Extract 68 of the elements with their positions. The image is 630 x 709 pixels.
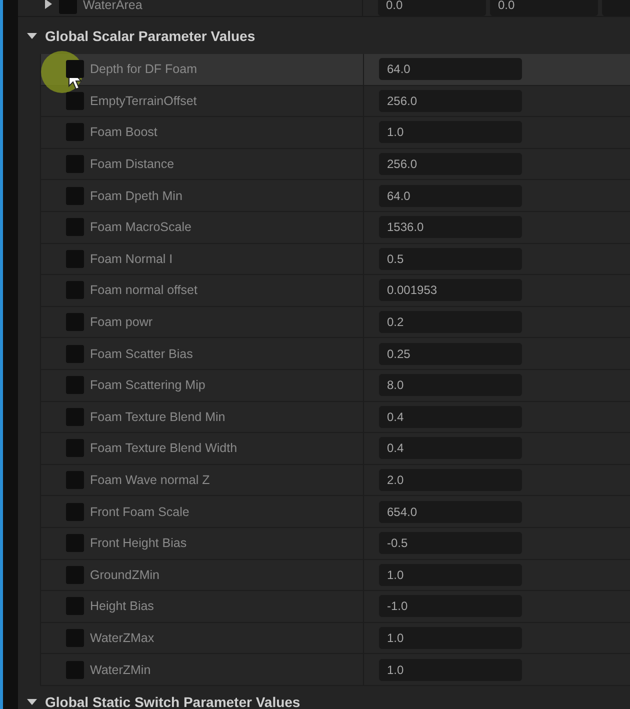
parameter-label: Foam MacroScale <box>90 220 192 234</box>
parameter-label: Foam Scattering Mip <box>90 378 206 392</box>
value-field[interactable]: 0.0 <box>490 0 598 16</box>
parameter-label: WaterArea <box>83 0 142 12</box>
checkbox[interactable] <box>66 439 84 458</box>
value-field[interactable]: 1.0 <box>379 121 522 144</box>
value-field[interactable]: 64.0 <box>379 58 522 80</box>
parameter-label: WaterZMax <box>90 630 154 645</box>
checkbox[interactable] <box>66 534 84 552</box>
parameter-label: Depth for DF Foam <box>90 62 197 76</box>
value-field[interactable]: 0.25 <box>379 342 522 365</box>
value-field[interactable]: 1.0 <box>379 658 522 681</box>
checkbox[interactable] <box>66 628 84 647</box>
value-field[interactable]: -0.5 <box>379 532 522 554</box>
value-field[interactable]: 256.0 <box>379 153 522 176</box>
checkbox[interactable] <box>66 313 84 332</box>
collapse-arrow-icon[interactable] <box>27 698 37 706</box>
checkbox[interactable] <box>66 218 84 236</box>
checkbox[interactable] <box>66 60 84 78</box>
parameter-label: Foam normal offset <box>90 283 198 298</box>
checkbox[interactable] <box>66 155 84 174</box>
checkbox[interactable] <box>66 376 84 394</box>
value-field[interactable]: 2.0 <box>379 469 522 492</box>
checkbox[interactable] <box>66 281 84 300</box>
parameter-label: Front Foam Scale <box>90 504 190 519</box>
value-field[interactable]: 0.5 <box>379 248 522 270</box>
section-title[interactable]: Global Static Switch Parameter Values <box>45 694 300 709</box>
parameter-label: WaterZMin <box>90 662 151 677</box>
value-field[interactable]: 1536.0 <box>379 216 522 238</box>
value-field[interactable]: -1.0 <box>379 595 522 618</box>
value-field[interactable]: 0.001953 <box>379 279 522 302</box>
checkbox[interactable] <box>66 660 84 679</box>
value-field[interactable]: 64.0 <box>379 184 522 207</box>
value-field[interactable]: 0.4 <box>379 437 522 460</box>
collapse-arrow-icon[interactable] <box>27 32 37 40</box>
parameter-label: Foam Normal I <box>90 252 173 266</box>
value-field[interactable]: 0.2 <box>379 311 522 334</box>
checkbox[interactable] <box>66 250 84 268</box>
checkbox[interactable] <box>66 92 84 110</box>
parameter-label: Foam Distance <box>90 157 174 172</box>
value-field[interactable]: 8.0 <box>379 374 522 396</box>
checkbox[interactable] <box>66 123 84 142</box>
checkbox[interactable] <box>66 502 84 521</box>
parameter-label: Foam Dpeth Min <box>90 188 182 203</box>
parameter-label: Foam powr <box>90 315 153 330</box>
parameter-label: Foam Wave normal Z <box>90 473 210 488</box>
parameter-label: Foam Scatter Bias <box>90 346 193 361</box>
checkbox[interactable] <box>66 186 84 205</box>
parameter-label: Height Bias <box>90 599 154 614</box>
expand-arrow-icon[interactable] <box>44 0 53 9</box>
parameter-label: Front Height Bias <box>90 536 187 550</box>
parameter-label: Foam Boost <box>90 125 158 140</box>
value-field[interactable]: 1.0 <box>379 564 522 586</box>
value-field[interactable]: 654.0 <box>379 500 522 523</box>
parameter-label: Foam Texture Blend Min <box>90 410 226 424</box>
checkbox[interactable] <box>66 408 84 426</box>
value-field[interactable]: 0.4 <box>379 406 522 428</box>
checkbox[interactable] <box>66 471 84 490</box>
parameter-label: EmptyTerrainOffset <box>90 94 197 108</box>
parameter-label: GroundZMin <box>90 568 160 582</box>
value-field[interactable]: 256.0 <box>379 90 522 112</box>
value-field[interactable]: 0.0 <box>378 0 486 16</box>
value-field[interactable]: 1.0 <box>379 626 522 649</box>
checkbox[interactable] <box>66 566 84 584</box>
section-title[interactable]: Global Scalar Parameter Values <box>45 28 256 44</box>
parameter-label: Foam Texture Blend Width <box>90 441 238 456</box>
checkbox[interactable] <box>66 597 84 616</box>
checkbox[interactable] <box>66 344 84 363</box>
